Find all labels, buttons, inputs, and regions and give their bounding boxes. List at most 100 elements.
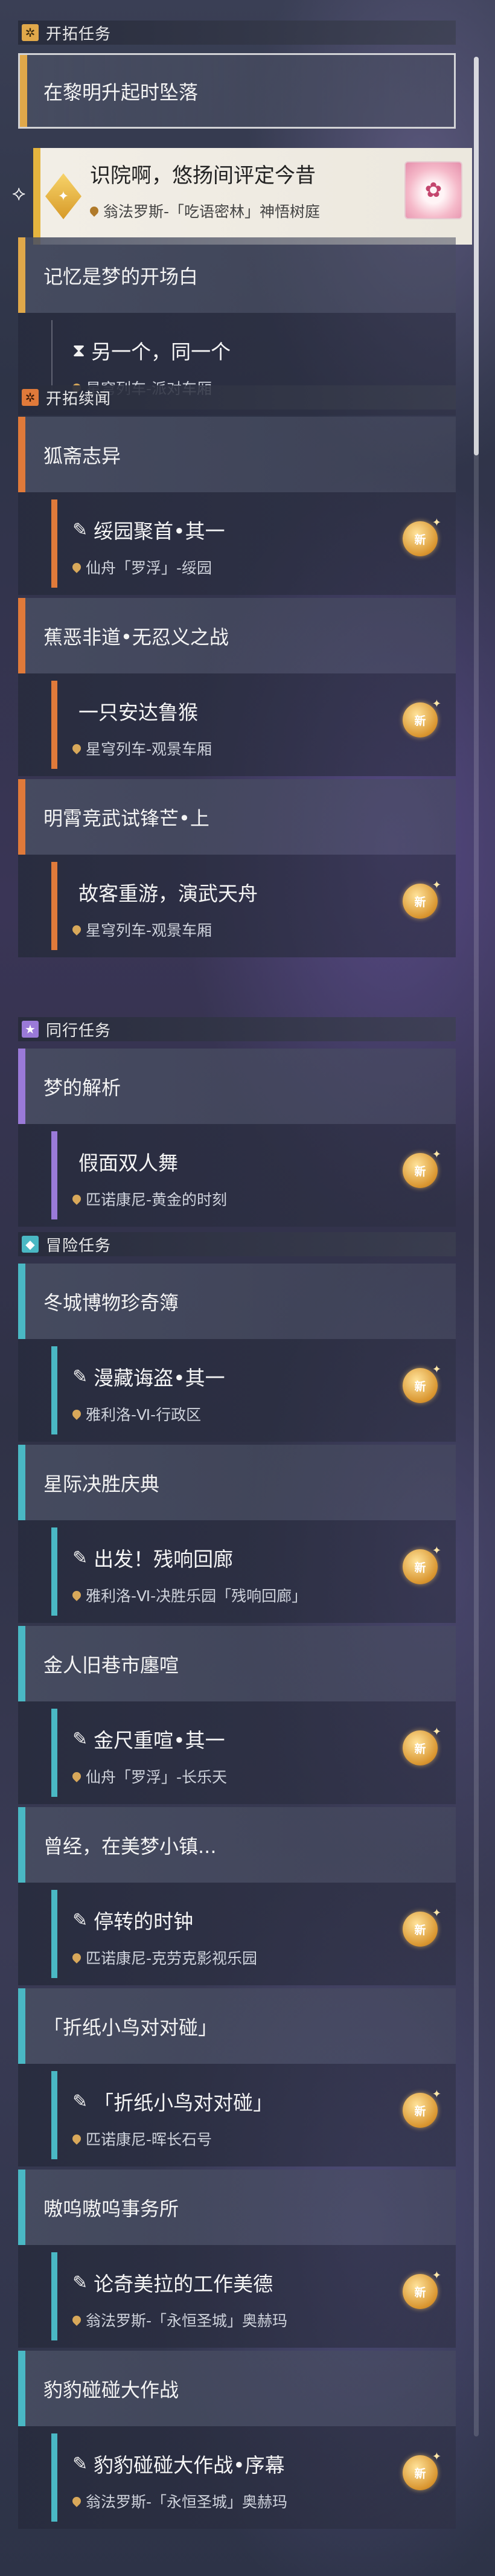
quest-item-title: ⧗ 另一个，同一个	[72, 339, 231, 364]
location-pin-icon	[71, 1951, 83, 1964]
quest-item-title: 假面双人舞	[78, 1151, 178, 1175]
quest-item[interactable]: ✎ 漫藏诲盗•其一 雅利洛-Ⅵ-行政区 新	[18, 1339, 456, 1442]
new-badge: 新	[403, 516, 441, 556]
hourglass-icon: ⧗	[72, 339, 86, 361]
quest-item-selected[interactable]: ✦ 识院啊，悠扬间评定今昔 翁法罗斯-「吃语密林」神悟树庭 ✿	[33, 148, 472, 245]
new-badge: 新	[403, 1726, 441, 1765]
location-pin-icon	[71, 561, 83, 573]
quest-group-title: 记忆是梦的开场白	[43, 265, 199, 288]
location-pin-icon	[71, 2133, 83, 2145]
quest-type-icon: ✎	[72, 1728, 88, 1750]
quest-group[interactable]: 梦的解析	[18, 1049, 456, 1124]
location-pin-icon	[71, 1589, 83, 1601]
quest-item[interactable]: ✎ 金尺重喧•其一 仙舟「罗浮」-长乐天 新	[18, 1701, 456, 1804]
quest-item-title: 识院啊，悠扬间评定今昔	[90, 164, 316, 188]
new-badge: 新	[403, 2269, 441, 2309]
new-badge: 新	[403, 2450, 441, 2490]
quest-type-icon: ✎	[72, 1909, 88, 1931]
quest-item-location: 翁法罗斯-「永恒圣城」奥赫玛	[71, 2490, 287, 2512]
quest-group-title: 金人旧巷市廛喧	[43, 1653, 179, 1677]
quest-item-title: 一只安达鲁猴	[78, 701, 198, 724]
quest-item-location: 雅利洛-Ⅵ-决胜乐园「残响回廊」	[71, 1584, 307, 1606]
location-pin-icon	[71, 1770, 83, 1782]
section-title: 同行任务	[46, 1021, 112, 1040]
quest-group-title: 星际决胜庆典	[43, 1472, 160, 1495]
section-title: 冒险任务	[46, 1236, 112, 1255]
quest-item[interactable]: ✎ 出发！残响回廊雅利洛-Ⅵ-决胜乐园「残响回廊」 新	[18, 1520, 456, 1623]
quest-item-title: ✎ 漫藏诲盗•其一	[72, 1366, 225, 1390]
section-header-main: ✲ 开拓任务	[18, 21, 456, 45]
quest-group[interactable]: 在黎明升起时坠落	[18, 53, 456, 129]
quest-item[interactable]: ✎ 停转的时钟 匹诺康尼-克劳克影视乐园 新	[18, 1883, 456, 1985]
quest-type-icon: ✎	[72, 2453, 88, 2475]
quest-group[interactable]: 明霄竞武试锋芒•上	[18, 779, 456, 855]
quest-group[interactable]: 星际决胜庆典	[18, 1445, 456, 1520]
quest-type-icon: ✎	[72, 2272, 88, 2293]
quest-item-location: 星穹列车-观景车厢	[71, 737, 212, 759]
quest-group[interactable]: 金人旧巷市廛喧	[18, 1626, 456, 1701]
quest-item-title: ✎ 豹豹碰碰大作战•序幕	[72, 2453, 285, 2478]
quest-group[interactable]: 曾经，在美梦小镇...	[18, 1807, 456, 1883]
quest-group[interactable]: 嗷呜嗷呜事务所	[18, 2170, 456, 2245]
quest-group-title: 梦的解析	[43, 1076, 121, 1099]
quest-group[interactable]: 「折纸小鸟对对碰」	[18, 1988, 456, 2064]
location-pin-icon	[88, 205, 100, 217]
trailblaze-icon: ✲	[22, 24, 39, 41]
quest-type-icon: ✎	[72, 519, 88, 541]
quest-group[interactable]: 豹豹碰碰大作战	[18, 2351, 456, 2426]
quest-type-icon: ✎	[72, 1366, 88, 1387]
scrollbar-thumb[interactable]	[474, 57, 479, 455]
quest-group-title: 「折纸小鸟对对碰」	[43, 2016, 218, 2039]
quest-group[interactable]: 冬城博物珍奇簿	[18, 1264, 456, 1339]
quest-group-title: 豹豹碰碰大作战	[43, 2378, 179, 2401]
quest-item-title: ✎ 绥园聚首•其一	[72, 519, 225, 544]
quest-item-title: 故客重游，演武天舟	[78, 882, 258, 905]
section-title: 开拓任务	[46, 25, 112, 43]
location-pin-icon	[71, 1408, 83, 1420]
quest-item-location: 仙舟「罗浮」-长乐天	[71, 1765, 227, 1787]
section-header-companion: ★ 同行任务	[18, 1017, 456, 1041]
quest-item-location: 匹诺康尼-克劳克影视乐园	[71, 1947, 257, 1968]
quest-item[interactable]: 故客重游，演武天舟 星穹列车-观景车厢 新	[18, 855, 456, 957]
quest-group-title: 蕉恶非道•无忍义之战	[43, 625, 229, 649]
quest-group[interactable]: 蕉恶非道•无忍义之战	[18, 598, 456, 673]
quest-item-location: 翁法罗斯-「永恒圣城」奥赫玛	[71, 2309, 287, 2331]
quest-item-location: 星穹列车-观景车厢	[71, 919, 212, 940]
quest-item-location: 仙舟「罗浮」-绥园	[71, 556, 212, 578]
quest-group-title: 曾经，在美梦小镇...	[43, 1834, 217, 1858]
location-pin-icon	[71, 742, 83, 754]
quest-item[interactable]: ✎ 豹豹碰碰大作战•序幕 翁法罗斯-「永恒圣城」奥赫玛 新	[18, 2426, 456, 2529]
quest-group-title: 明霄竞武试锋芒•上	[43, 806, 209, 830]
quest-group-title: 在黎明升起时坠落	[43, 80, 199, 104]
trailblaze-continued-icon: ✲	[22, 389, 39, 406]
new-badge: 新	[403, 2088, 441, 2128]
quest-item[interactable]: 假面双人舞匹诺康尼-黄金的时刻 新	[18, 1124, 456, 1227]
quest-item-title: ✎ 出发！残响回廊	[72, 1547, 234, 1572]
new-badge: 新	[403, 698, 441, 737]
quest-item[interactable]: ✎ 绥园聚首•其一 仙舟「罗浮」-绥园 新	[18, 492, 456, 595]
quest-item[interactable]: ✎ 论奇美拉的工作美德 翁法罗斯-「永恒圣城」奥赫玛 新	[18, 2245, 456, 2348]
selection-pointer-icon: ⟡	[12, 181, 26, 205]
quest-group-title: 冬城博物珍奇簿	[43, 1291, 179, 1314]
quest-group-title: 狐斋志异	[43, 444, 121, 467]
quest-item-location: 匹诺康尼-晖长石号	[71, 2128, 212, 2150]
location-pin-icon	[71, 1193, 83, 1205]
star-icon: ★	[22, 1021, 39, 1038]
quest-group[interactable]: 记忆是梦的开场白	[18, 237, 456, 313]
location-pin-icon	[71, 2314, 83, 2326]
quest-item[interactable]: 一只安达鲁猴星穹列车-观景车厢 新	[18, 673, 456, 776]
section-header-continued: ✲ 开拓续闻	[18, 385, 456, 410]
new-badge: 新	[403, 1907, 441, 1947]
adventure-icon: ◆	[22, 1236, 39, 1253]
quest-item-title: ✎ 金尺重喧•其一	[72, 1728, 225, 1753]
quest-item-location: 匹诺康尼-黄金的时刻	[71, 1188, 227, 1210]
new-badge: 新	[403, 1544, 441, 1584]
location-pin-icon	[71, 2495, 83, 2507]
quest-item[interactable]: ✎ 「折纸小鸟对对碰」 匹诺康尼-晖长石号 新	[18, 2064, 456, 2166]
new-badge: 新	[403, 1363, 441, 1403]
quest-group[interactable]: 狐斋志异	[18, 417, 456, 492]
location-pin-icon	[71, 923, 83, 936]
quest-item-title: ✎ 论奇美拉的工作美德	[72, 2272, 273, 2296]
new-badge: 新	[403, 1148, 441, 1188]
quest-type-icon: ✎	[72, 2090, 88, 2112]
